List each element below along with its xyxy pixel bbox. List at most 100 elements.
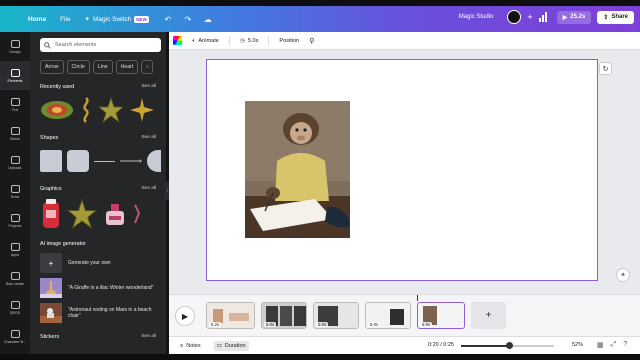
home-button[interactable]: Home [28, 16, 46, 23]
redo-icon[interactable]: ↷ [183, 14, 193, 24]
search-icon [44, 41, 51, 49]
letterbox-bottom [0, 354, 640, 360]
duration-toggle[interactable]: ▭ Duration [213, 340, 249, 351]
rail-label: Brand [10, 136, 20, 141]
design-canvas[interactable] [206, 59, 598, 281]
refresh-icon[interactable]: ↻ [599, 62, 612, 75]
file-label: File [60, 15, 71, 23]
generate-own-item[interactable]: + Generate your own [40, 252, 161, 274]
rounded-square-shape[interactable] [66, 150, 89, 172]
rail-item-apps[interactable]: Apps [0, 235, 30, 264]
timeline-clip[interactable]: 5.0s [365, 302, 411, 329]
clip-duration: 5.0s [368, 322, 381, 327]
fullscreen-icon[interactable]: ⤢ [611, 341, 617, 349]
apps-icon [10, 242, 20, 251]
insights-icon[interactable] [538, 12, 551, 22]
cloud-save-icon[interactable]: ☁ [203, 14, 213, 24]
text-icon [10, 97, 20, 106]
play-button[interactable]: ▶ [175, 306, 195, 326]
prompt-giraffe-item[interactable]: "A Giraffe in a lilac Winter wonderland" [40, 277, 161, 299]
prompt-astronaut-label: "Astronaut resting on Mars in a beach ch… [68, 306, 152, 319]
square-shape[interactable] [40, 150, 62, 172]
magic-switch-button[interactable]: ✦ Magic Switch NEW [85, 15, 149, 23]
ai-generator-header: AI image generator [40, 241, 156, 247]
monkey-photo[interactable] [245, 101, 350, 238]
chips-next-icon[interactable]: › [141, 60, 154, 74]
magic-studio-button[interactable]: Magic Studio [459, 14, 494, 20]
folder-icon [10, 213, 20, 222]
graphics-header: Graphics See all [40, 186, 156, 192]
top-header: Home File ✦ Magic Switch NEW ↶ ↷ ☁ Magic… [0, 6, 640, 32]
arrow-line-shape[interactable] [120, 158, 143, 164]
starburst-graphic[interactable] [129, 97, 155, 123]
invite-plus-icon[interactable]: + [527, 12, 532, 22]
notes-icon: ≡ [180, 342, 184, 349]
magic-assistant-icon[interactable]: ✦ [616, 268, 630, 282]
see-all-link[interactable]: See all [141, 186, 156, 192]
position-button[interactable]: Position [279, 38, 299, 44]
help-icon[interactable]: ? [623, 341, 627, 349]
qr-icon [10, 300, 20, 309]
timeline-clip[interactable]: 5.2s [206, 302, 255, 329]
timeline-clip[interactable]: 5.0s [261, 302, 307, 329]
timeline-clip-active[interactable]: 5.0s [417, 302, 465, 329]
gold-star-graphic[interactable] [98, 97, 124, 123]
see-all-link[interactable]: See all [141, 135, 156, 141]
see-all-link[interactable]: See all [141, 334, 156, 340]
prompt-astronaut-item[interactable]: "Astronaut resting on Mars in a beach ch… [40, 302, 161, 324]
timeline-clip[interactable]: 5.0s [313, 302, 359, 329]
paint-format-icon[interactable]: ⚲ [309, 37, 314, 45]
notes-button[interactable]: ≡ Notes [177, 341, 204, 351]
clip-duration: 5.0s [420, 322, 433, 327]
chip-line[interactable]: Line [92, 60, 113, 74]
rail-item-bulk-create[interactable]: Bulk create [0, 264, 30, 293]
rail-item-text[interactable]: Text [0, 90, 30, 119]
duration-button[interactable]: ◷ 5.0s [240, 38, 258, 44]
share-button[interactable]: ⇪ Share [597, 10, 634, 24]
duration-label: 5.0s [247, 37, 259, 44]
rail-item-draw[interactable]: Draw [0, 177, 30, 206]
add-page-button[interactable]: + [471, 302, 506, 329]
zoom-slider[interactable] [461, 342, 554, 349]
monkey-image [245, 101, 350, 238]
play-icon: ▶ [562, 14, 568, 21]
graphics-row [40, 197, 161, 231]
present-duration-label: 25.2s [570, 14, 586, 20]
rail-label: Projects [8, 223, 22, 228]
avatar[interactable] [507, 10, 522, 24]
undo-icon[interactable]: ↶ [163, 14, 173, 24]
grid-view-icon[interactable]: ▦ [597, 341, 604, 349]
zoom-slider-handle[interactable] [505, 342, 513, 349]
shapes-row [40, 146, 161, 176]
rail-item-uploads[interactable]: Uploads [0, 148, 30, 177]
ornament-graphic[interactable] [40, 99, 74, 121]
chip-circle[interactable]: Circle [66, 60, 90, 74]
rail-item-elements[interactable]: Elements [0, 61, 30, 90]
gold-star-graphic[interactable] [67, 199, 97, 229]
rail-item-qrgs[interactable]: QRGS [0, 293, 30, 322]
circle-shape[interactable] [147, 150, 161, 172]
stickers-header: Stickers See all [40, 334, 156, 340]
line-shape[interactable] [93, 160, 116, 162]
file-menu[interactable]: File [60, 16, 70, 23]
red-can-graphic[interactable] [40, 198, 62, 230]
playhead[interactable] [417, 295, 418, 301]
partial-graphic[interactable] [133, 201, 141, 227]
editor-area: ◐ Animate ◷ 5.0s Position ⚲ ↻ ✦ ▶ 5.2s 5… [169, 32, 640, 354]
rail-item-design[interactable]: Design [0, 32, 30, 61]
present-duration-button[interactable]: ▶ 25.2s [556, 10, 592, 24]
rail-item-brand[interactable]: Brand [0, 119, 30, 148]
perfume-graphic[interactable] [102, 201, 128, 227]
rail-label: Apps [10, 252, 20, 257]
search-input[interactable]: Search elements [40, 38, 161, 52]
zoom-level: 52% [572, 342, 584, 348]
chip-heart[interactable]: Heart [115, 60, 139, 74]
color-picker-icon[interactable] [173, 36, 182, 45]
recently-used-title: Recently used [40, 84, 75, 90]
animate-button[interactable]: ◐ Animate [192, 38, 219, 44]
rail-item-projects[interactable]: Projects [0, 206, 30, 235]
rail-item-character[interactable]: Character B... [0, 322, 30, 351]
see-all-link[interactable]: See all [141, 84, 156, 90]
chip-arrow[interactable]: Arrow [40, 60, 64, 74]
scroll-ornament-graphic[interactable] [79, 96, 93, 124]
